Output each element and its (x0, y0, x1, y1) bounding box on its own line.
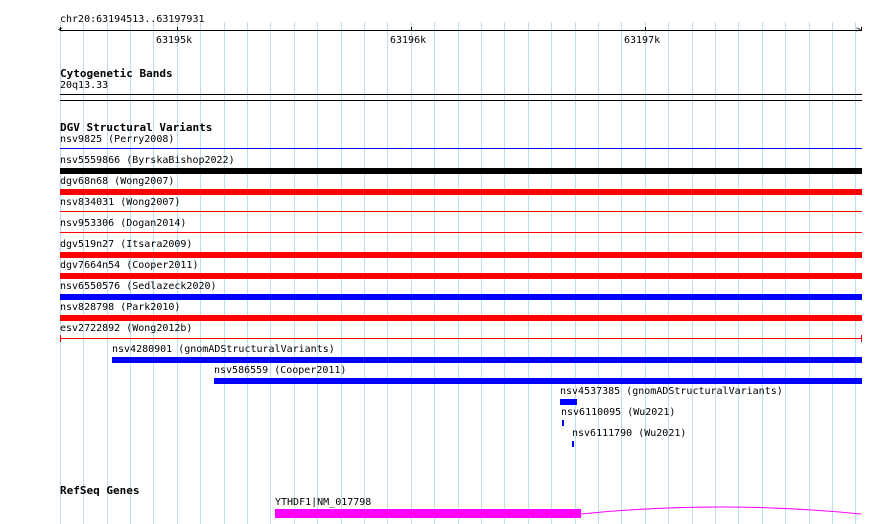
genome-browser-view: chr20:63194513..63197931 < > 63195k 6319… (0, 0, 890, 524)
gene-intron-line[interactable] (0, 0, 890, 524)
